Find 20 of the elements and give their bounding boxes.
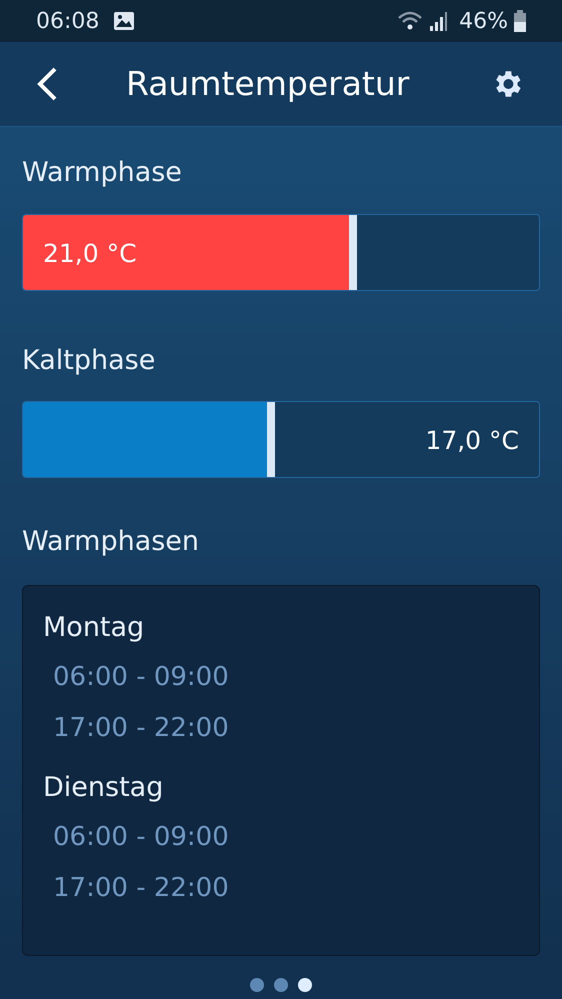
status-time: 06:08 [36, 8, 100, 36]
slider-label: Kaltphase [22, 344, 156, 378]
battery-icon [514, 10, 526, 32]
wifi-icon [397, 10, 424, 32]
section-title: Warmphasen [22, 525, 200, 559]
temperature-value: 21,0 °C [43, 238, 137, 270]
time-range: 06:00 - 09:00 [53, 660, 230, 694]
day-name: Dienstag [43, 770, 164, 804]
battery-percent: 46% [459, 8, 508, 36]
temperature-value: 17,0 °C [425, 425, 519, 457]
time-range: 17:00 - 22:00 [53, 872, 230, 904]
day-name: Montag [43, 610, 146, 644]
slider-thumb[interactable] [349, 214, 358, 290]
slider-label: Warmphase [22, 156, 183, 190]
signal-icon [429, 10, 450, 32]
temperature-slider[interactable]: 17,0 °C [22, 401, 540, 478]
screen-title: Raumtemperatur [126, 63, 410, 106]
image-icon [113, 11, 136, 31]
time-range: 06:00 - 09:00 [53, 820, 230, 854]
time-range: 17:00 - 22:00 [53, 712, 230, 744]
